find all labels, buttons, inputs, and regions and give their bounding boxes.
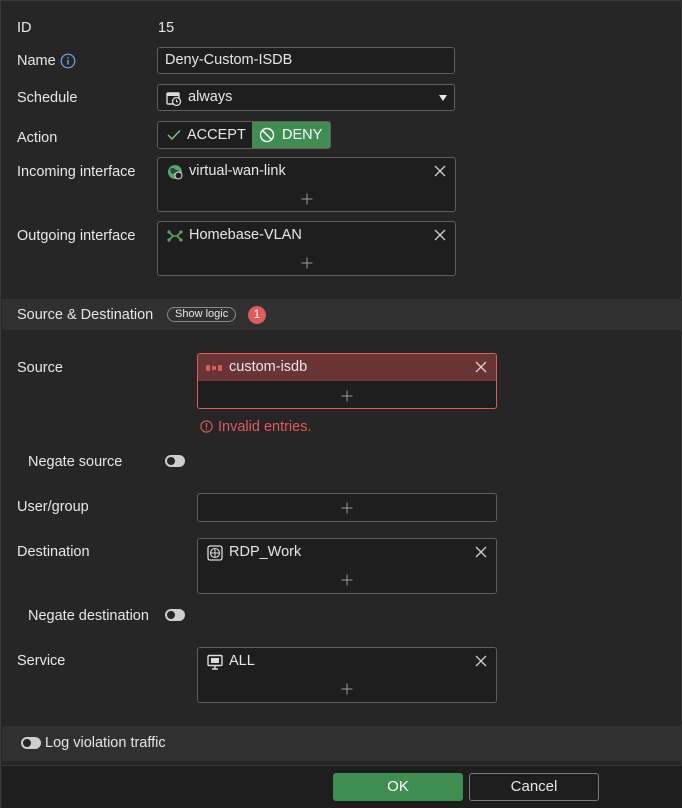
action-accept-label: ACCEPT (187, 127, 246, 143)
error-count-badge: 1 (248, 306, 266, 324)
add-user-group-plus-icon[interactable] (341, 502, 353, 514)
destination-value: RDP_Work (229, 544, 302, 560)
user-group-label: User/group (17, 499, 89, 515)
schedule-select[interactable]: always (157, 84, 455, 111)
action-toggle-group: ACCEPT DENY (157, 121, 331, 149)
outgoing-interface-box[interactable]: Homebase-VLAN (157, 221, 456, 276)
chevron-down-icon (439, 95, 447, 101)
log-violation-section: Log violation traffic (2, 726, 682, 761)
destination-label: Destination (17, 544, 90, 560)
show-logic-button[interactable]: Show logic (167, 307, 237, 322)
destination-box[interactable]: RDP_Work (197, 538, 497, 594)
policy-edit-dialog: ID 15 Name Deny-Custom-ISDB Schedule alw… (0, 0, 682, 808)
error-icon (200, 420, 213, 433)
outgoing-interface-value: Homebase-VLAN (189, 227, 302, 243)
add-service-plus-icon[interactable] (341, 683, 353, 695)
log-violation-toggle[interactable] (21, 737, 41, 749)
source-entry: custom-isdb (198, 354, 496, 381)
negate-source-toggle[interactable] (165, 455, 185, 467)
incoming-interface-value: virtual-wan-link (189, 163, 286, 179)
service-entry: ALL (198, 648, 496, 675)
destination-entry: RDP_Work (198, 539, 496, 566)
ok-button[interactable]: OK (333, 773, 463, 801)
action-accept-button[interactable]: ACCEPT (158, 122, 252, 148)
negate-source-label: Negate source (28, 454, 123, 470)
internet-service-icon (206, 365, 222, 371)
action-label: Action (17, 130, 58, 146)
close-icon[interactable] (434, 165, 446, 177)
source-error-text: Invalid entries. (218, 419, 312, 435)
close-icon[interactable] (475, 546, 487, 558)
schedule-label: Schedule (17, 90, 78, 106)
add-incoming-interface-plus-icon[interactable] (301, 193, 313, 205)
name-label-text: Name (17, 53, 56, 69)
user-group-box[interactable] (197, 493, 497, 522)
source-value: custom-isdb (229, 359, 308, 375)
outgoing-interface-entry: Homebase-VLAN (158, 222, 455, 249)
name-input[interactable]: Deny-Custom-ISDB (157, 47, 455, 74)
outgoing-interface-label: Outgoing interface (17, 228, 136, 244)
source-box[interactable]: custom-isdb (197, 353, 497, 409)
globe-wan-icon (168, 165, 183, 180)
source-destination-section-header: Source & Destination Show logic 1 (2, 299, 682, 330)
log-violation-label: Log violation traffic (45, 735, 166, 751)
add-outgoing-interface-plus-icon[interactable] (301, 257, 313, 269)
close-icon[interactable] (475, 655, 487, 667)
close-icon[interactable] (434, 229, 446, 241)
service-monitor-icon (207, 654, 223, 670)
address-web-icon (207, 545, 223, 561)
service-value: ALL (229, 653, 255, 669)
service-label: Service (17, 653, 66, 669)
source-label: Source (17, 360, 63, 376)
info-icon[interactable] (60, 53, 76, 69)
name-label: Name (17, 53, 76, 69)
negate-destination-label: Negate destination (28, 608, 149, 624)
incoming-interface-box[interactable]: virtual-wan-link (157, 157, 456, 212)
add-destination-plus-icon[interactable] (341, 574, 353, 586)
schedule-value: always (188, 89, 233, 105)
service-box[interactable]: ALL (197, 647, 497, 703)
deny-circle-icon (259, 127, 275, 143)
schedule-clock-icon (166, 92, 182, 106)
check-icon (167, 130, 181, 141)
action-deny-label: DENY (282, 127, 323, 143)
id-value: 15 (158, 20, 175, 36)
action-deny-button[interactable]: DENY (252, 122, 330, 148)
cancel-button[interactable]: Cancel (469, 773, 599, 801)
incoming-interface-entry: virtual-wan-link (158, 158, 455, 185)
id-label: ID (17, 20, 32, 36)
section-title: Source & Destination (17, 307, 154, 323)
close-icon[interactable] (475, 361, 487, 373)
dialog-footer: OK Cancel (2, 765, 682, 808)
negate-destination-toggle[interactable] (165, 609, 185, 621)
add-source-plus-icon[interactable] (341, 390, 353, 402)
vlan-network-icon (167, 230, 183, 242)
incoming-interface-label: Incoming interface (17, 164, 136, 180)
